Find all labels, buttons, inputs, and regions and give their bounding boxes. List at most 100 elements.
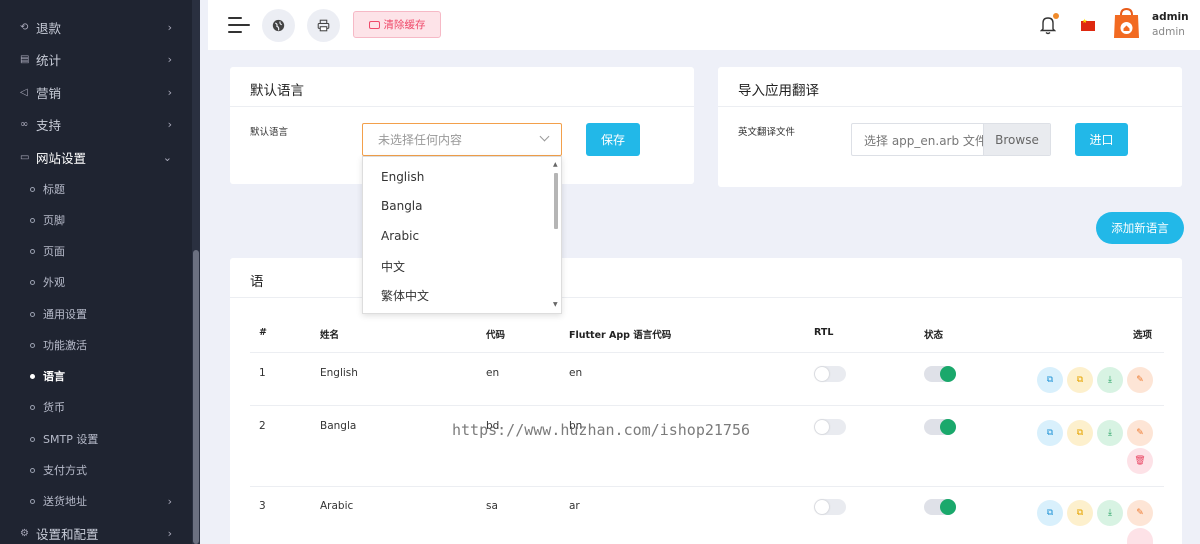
duplicate-icon: ⧉ bbox=[1076, 375, 1084, 385]
duplicate-icon: ⧉ bbox=[1076, 508, 1084, 518]
import-button[interactable]: 进口 bbox=[1075, 123, 1128, 156]
header-rtl: RTL bbox=[814, 327, 834, 338]
status-toggle[interactable] bbox=[924, 499, 956, 515]
rtl-toggle[interactable] bbox=[814, 366, 846, 382]
sidebar-item-label: 设置和配置 bbox=[36, 526, 99, 542]
chevron-down-icon: ⌄ bbox=[162, 150, 172, 164]
scroll-up-icon[interactable]: ▲ bbox=[553, 161, 558, 168]
sidebar-subitem-features[interactable]: 功能激活 bbox=[0, 330, 192, 360]
copy-button[interactable]: ⧉ bbox=[1037, 500, 1063, 526]
bullet-icon bbox=[30, 217, 35, 223]
dropdown-option[interactable]: 繁体中文 bbox=[381, 287, 429, 304]
edit-icon: ✎ bbox=[1136, 508, 1144, 518]
sidebar-subitem-header[interactable]: 标题 bbox=[0, 174, 192, 204]
translation-file-label: 英文翻译文件 bbox=[738, 127, 796, 138]
dropdown-scrollbar-thumb[interactable] bbox=[554, 173, 558, 229]
duplicate-button[interactable]: ⧉ bbox=[1067, 500, 1093, 526]
dropdown-scrollbar[interactable]: ▲ ▼ bbox=[553, 161, 559, 308]
browse-button[interactable]: Browse bbox=[983, 124, 1050, 155]
sidebar-subitem-label: 外观 bbox=[43, 276, 65, 289]
delete-button[interactable]: 🗑 bbox=[1127, 448, 1153, 474]
sidebar-item-refund[interactable]: ⟲ 退款 › bbox=[0, 11, 192, 43]
chevron-right-icon: › bbox=[167, 117, 172, 131]
sidebar-subitem-shipping[interactable]: 送货地址 › bbox=[0, 486, 192, 516]
edit-button[interactable]: ✎ bbox=[1127, 420, 1153, 446]
row-app-code: ar bbox=[569, 500, 580, 512]
sidebar-subitem-payment[interactable]: 支付方式 bbox=[0, 455, 192, 485]
scroll-down-icon[interactable]: ▼ bbox=[553, 301, 558, 308]
dropdown-option[interactable]: Bangla bbox=[381, 199, 423, 213]
dropdown-option[interactable]: Arabic bbox=[381, 229, 419, 243]
default-language-title: 默认语言 bbox=[250, 83, 304, 99]
copy-button[interactable]: ⧉ bbox=[1037, 420, 1063, 446]
sidebar-scrollbar-thumb[interactable] bbox=[193, 250, 199, 544]
sidebar-item-label: 统计 bbox=[36, 52, 62, 68]
dropdown-option[interactable]: English bbox=[381, 170, 424, 184]
rtl-toggle[interactable] bbox=[814, 499, 846, 515]
save-button[interactable]: 保存 bbox=[586, 123, 640, 156]
sidebar-item-setup-config[interactable]: ⚙ 设置和配置 › bbox=[0, 517, 192, 544]
row-name: Arabic bbox=[320, 500, 354, 512]
sidebar-scrollbar[interactable] bbox=[192, 0, 200, 544]
bullet-icon bbox=[30, 373, 35, 379]
sidebar-subitem-smtp[interactable]: SMTP 设置 bbox=[0, 424, 192, 454]
bullet-icon bbox=[30, 436, 35, 442]
sidebar-subitem-footer[interactable]: 页脚 bbox=[0, 205, 192, 235]
globe-button[interactable] bbox=[262, 9, 295, 42]
status-toggle[interactable] bbox=[924, 419, 956, 435]
copy-button[interactable]: ⧉ bbox=[1037, 367, 1063, 393]
sidebar-subitem-general-settings[interactable]: 通用设置 bbox=[0, 299, 192, 329]
sidebar-item-statistics[interactable]: ▤ 统计 › bbox=[0, 43, 192, 75]
menu-toggle-icon[interactable] bbox=[228, 16, 250, 34]
sidebar-item-marketing[interactable]: ◁ 营销 › bbox=[0, 76, 192, 108]
edit-button[interactable]: ✎ bbox=[1127, 500, 1153, 526]
select-placeholder: 未选择任何内容 bbox=[378, 133, 463, 147]
sidebar-item-website-settings[interactable]: ▭ 网站设置 ⌄ bbox=[0, 141, 192, 173]
bullet-icon bbox=[30, 248, 35, 254]
edit-button[interactable]: ✎ bbox=[1127, 367, 1153, 393]
rtl-toggle[interactable] bbox=[814, 419, 846, 435]
sidebar-item-label: 退款 bbox=[36, 20, 62, 36]
duplicate-button[interactable]: ⧉ bbox=[1067, 420, 1093, 446]
add-language-button[interactable]: 添加新语言 bbox=[1096, 212, 1184, 244]
sidebar-subitem-languages[interactable]: 语言 bbox=[0, 361, 192, 391]
duplicate-button[interactable]: ⧉ bbox=[1067, 367, 1093, 393]
avatar[interactable] bbox=[1113, 7, 1140, 39]
chevron-right-icon: › bbox=[167, 52, 172, 66]
download-button[interactable]: ⤓ bbox=[1097, 500, 1123, 526]
bullet-icon bbox=[30, 186, 35, 192]
add-language-label: 添加新语言 bbox=[1111, 221, 1169, 235]
bullet-icon bbox=[30, 311, 35, 317]
sidebar-subitem-label: 货币 bbox=[43, 401, 65, 414]
header-options: 选项 bbox=[1133, 330, 1153, 341]
divider bbox=[230, 106, 694, 107]
divider bbox=[250, 352, 1164, 353]
notification-button[interactable] bbox=[1039, 13, 1059, 35]
row-app-code: en bbox=[569, 367, 583, 379]
sidebar-subitem-appearance[interactable]: 外观 bbox=[0, 267, 192, 297]
duplicate-icon: ⧉ bbox=[1076, 428, 1084, 438]
row-name: Bangla bbox=[320, 420, 357, 432]
dropdown-option[interactable]: 中文 bbox=[381, 258, 405, 275]
clear-cache-button[interactable]: 清除缓存 bbox=[353, 11, 441, 38]
status-toggle[interactable] bbox=[924, 366, 956, 382]
china-flag-icon[interactable] bbox=[1081, 18, 1095, 31]
copy-icon: ⧉ bbox=[1046, 428, 1054, 438]
download-button[interactable]: ⤓ bbox=[1097, 367, 1123, 393]
sidebar-item-label: 支持 bbox=[36, 117, 62, 133]
chevron-down-icon bbox=[539, 131, 550, 142]
sidebar-item-label: 网站设置 bbox=[36, 150, 87, 166]
chevron-right-icon: › bbox=[167, 526, 172, 540]
globe-icon bbox=[272, 19, 285, 32]
sidebar-subitem-pages[interactable]: 页面 bbox=[0, 236, 192, 266]
admin-name[interactable]: admin bbox=[1152, 11, 1189, 23]
default-language-select[interactable]: 未选择任何内容 bbox=[362, 123, 562, 156]
download-button[interactable]: ⤓ bbox=[1097, 420, 1123, 446]
row-number: 1 bbox=[259, 367, 266, 379]
translation-file-input[interactable]: 选择 app_en.arb 文件 Browse bbox=[851, 123, 1051, 156]
sidebar-item-support[interactable]: ∞ 支持 › bbox=[0, 108, 192, 140]
default-language-label: 默认语言 bbox=[250, 127, 289, 138]
print-button[interactable] bbox=[307, 9, 340, 42]
row-number: 2 bbox=[259, 420, 266, 432]
sidebar-subitem-currency[interactable]: 货币 bbox=[0, 392, 192, 422]
